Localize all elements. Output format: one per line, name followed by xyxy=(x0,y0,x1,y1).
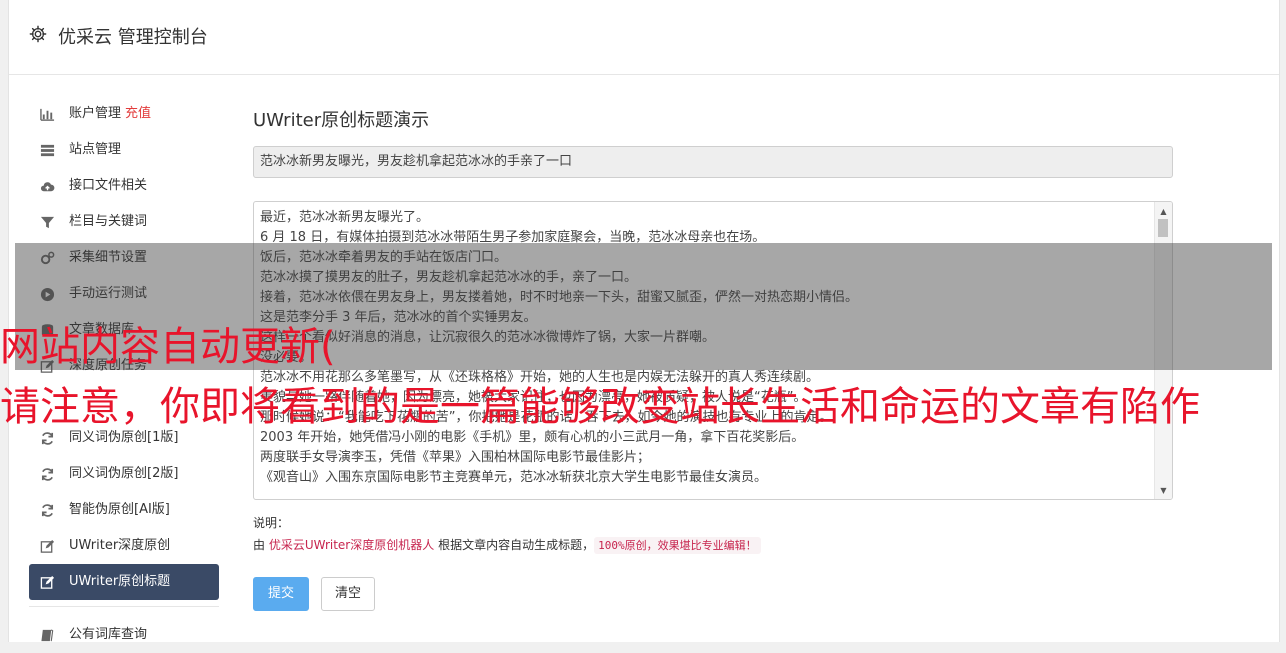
submit-button[interactable]: 提交 xyxy=(253,577,309,611)
sidebar-item-columns[interactable]: 栏目与关键词 xyxy=(29,204,219,240)
sidebar-item-account[interactable]: 账户管理 充值 xyxy=(29,96,219,132)
sidebar-item-label: 接口文件相关 xyxy=(69,178,148,193)
sidebar-item-interface[interactable]: 接口文件相关 xyxy=(29,168,219,204)
scroll-thumb[interactable] xyxy=(1158,219,1168,237)
overlay-warning: 请注意，你即将看到的是一篇能够改变站长生活和命运的文章有陷作 xyxy=(0,384,1200,430)
article-line: 两度联手女导演李玉，凭借《苹果》入围柏林国际电影节最佳影片； xyxy=(260,450,651,465)
page-title: UWriter原创标题演示 xyxy=(253,110,430,131)
sidebar-item-label: 账户管理 xyxy=(69,106,122,121)
cloud-upload-icon xyxy=(40,179,55,194)
edit-icon xyxy=(40,539,55,554)
sidebar-item-label: 栏目与关键词 xyxy=(69,214,148,229)
sidebar-item-label: UWriter深度原创 xyxy=(69,538,171,553)
scroll-up-arrow-icon[interactable]: ▲ xyxy=(1155,204,1172,218)
refresh-icon xyxy=(40,467,55,482)
overlay-headline: 网站内容自动更新( xyxy=(0,324,336,370)
sidebar-item-uwriter-title[interactable]: UWriter原创标题 xyxy=(29,564,219,600)
book-icon xyxy=(40,628,55,643)
recharge-link[interactable]: 充值 xyxy=(125,106,151,121)
note-brand: 优采云UWriter深度原创机器人 xyxy=(268,538,435,552)
sidebar-item-ai-rewrite[interactable]: 智能伪原创[AI版] xyxy=(29,492,219,528)
sidebar-item-public-lexicon[interactable]: 公有词库查询 xyxy=(29,617,219,653)
sidebar-item-label: 同义词伪原创[1版] xyxy=(69,430,179,445)
note-text: 由 优采云UWriter深度原创机器人 根据文章内容自动生成标题， 100%原创，… xyxy=(253,536,761,554)
article-line: 《观音山》入围东京国际电影节主竞赛单元，范冰冰斩获北京大学生电影节最佳女演员。 xyxy=(260,470,768,485)
refresh-icon xyxy=(40,503,55,518)
server-icon xyxy=(40,143,55,158)
edit-icon xyxy=(40,575,55,590)
sidebar: 账户管理 充值 站点管理 接口文件相关 栏目与关键词 采集细节设置 手动运行测试 … xyxy=(29,96,219,653)
note-middle: 根据文章内容自动生成标题， xyxy=(438,538,595,552)
sidebar-divider xyxy=(29,606,219,607)
sidebar-item-label: 同义词伪原创[2版] xyxy=(69,466,179,481)
header: 优采云 管理控制台 xyxy=(9,0,1279,75)
article-line: 最近，范冰冰新男友曝光了。 xyxy=(260,210,430,225)
clear-button[interactable]: 清空 xyxy=(321,577,375,611)
sidebar-item-label: 站点管理 xyxy=(69,142,122,157)
sidebar-item-label: 公有词库查询 xyxy=(69,627,148,642)
sidebar-item-label: UWriter原创标题 xyxy=(69,574,171,589)
bar-chart-icon xyxy=(40,107,55,122)
gear-icon xyxy=(29,25,47,43)
note-prefix: 由 xyxy=(253,538,266,552)
note-tag: 100%原创，效果堪比专业编辑！ xyxy=(594,537,761,554)
sidebar-item-label: 智能伪原创[AI版] xyxy=(69,502,170,517)
scroll-down-arrow-icon[interactable]: ▼ xyxy=(1155,483,1172,497)
note-label: 说明： xyxy=(253,516,290,530)
sidebar-item-sites[interactable]: 站点管理 xyxy=(29,132,219,168)
app-title: 优采云 管理控制台 xyxy=(58,27,208,48)
sidebar-item-synonym-v2[interactable]: 同义词伪原创[2版] xyxy=(29,456,219,492)
title-output-field[interactable]: 范冰冰新男友曝光，男友趁机拿起范冰冰的手亲了一口 xyxy=(253,146,1173,178)
refresh-icon xyxy=(40,431,55,446)
filter-icon xyxy=(40,215,55,230)
sidebar-item-uwriter-deep[interactable]: UWriter深度原创 xyxy=(29,528,219,564)
